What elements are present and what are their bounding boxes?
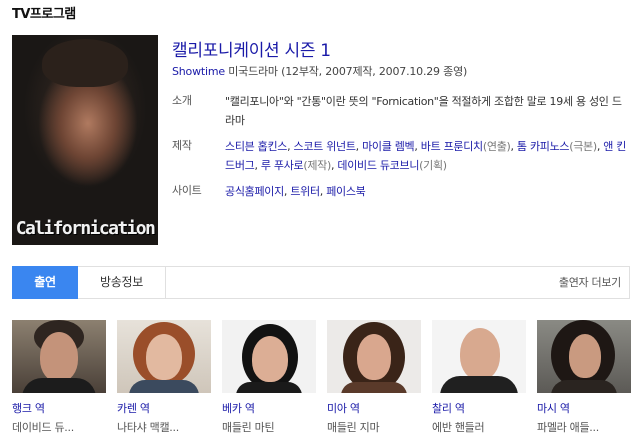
production-label: 제작 xyxy=(172,139,192,152)
tab-bar: 출연 방송정보 출연자 더보기 xyxy=(12,266,630,299)
info-table: 소개 "캘리포니아"와 "간통"이란 뜻의 "Fornication"을 적절하… xyxy=(172,92,630,208)
cast-photo[interactable] xyxy=(117,320,211,393)
cast-item[interactable]: 찰리 역 에반 핸들러 xyxy=(432,320,526,434)
cast-photo[interactable] xyxy=(432,320,526,393)
production-credit-role: (극본) xyxy=(569,140,597,153)
intro-text: "캘리포니아"와 "간통"이란 뜻의 "Fornication"을 적절하게 조… xyxy=(225,95,622,127)
production-credit-link[interactable]: 마이클 렘벡 xyxy=(362,140,415,153)
poster-logo-text: Californication xyxy=(15,218,156,239)
cast-photo[interactable] xyxy=(222,320,316,393)
cast-photo[interactable] xyxy=(12,320,106,393)
cast-role[interactable]: 찰리 역 xyxy=(432,400,465,416)
cast-item[interactable]: 베카 역 매들린 마틴 xyxy=(222,320,316,434)
info-row-intro: 소개 "캘리포니아"와 "간통"이란 뜻의 "Fornication"을 적절하… xyxy=(172,92,630,130)
cast-actor-name[interactable]: 매들린 지마 xyxy=(327,419,380,435)
production-credit-link[interactable]: 스코트 위넌트 xyxy=(294,140,356,153)
cast-role[interactable]: 미아 역 xyxy=(327,400,360,416)
production-credit-link[interactable]: 스티븐 홉킨스 xyxy=(225,140,287,153)
production-credit-link[interactable]: 톰 카피노스 xyxy=(517,140,570,153)
production-credit-role: (제작) xyxy=(303,159,331,172)
cast-item[interactable]: 행크 역 데이비드 듀... xyxy=(12,320,106,434)
intro-label: 소개 xyxy=(172,94,192,107)
cast-role[interactable]: 마시 역 xyxy=(537,400,570,416)
production-credit-link[interactable]: 루 푸사로 xyxy=(261,159,304,172)
site-list: 공식홈페이지, 트위터, 페이스북 xyxy=(225,182,630,201)
cast-photo[interactable] xyxy=(537,320,631,393)
cast-item[interactable]: 미아 역 매들린 지마 xyxy=(327,320,421,434)
cast-role[interactable]: 행크 역 xyxy=(12,400,45,416)
cast-photo[interactable] xyxy=(327,320,421,393)
show-meta-text: 미국드라마 (12부작, 2007제작, 2007.10.29 종영) xyxy=(224,65,468,78)
production-credit-role: (연출) xyxy=(482,140,511,153)
show-title[interactable]: 캘리포니케이션 시즌 1 xyxy=(172,36,331,61)
show-poster[interactable]: Californication xyxy=(12,35,158,245)
production-credit-link[interactable]: 데이비드 듀코브니 xyxy=(337,159,419,172)
cast-actor-name[interactable]: 매들린 마틴 xyxy=(222,419,275,435)
cast-actor-name[interactable]: 파멜라 애들... xyxy=(537,419,599,435)
production-credit-role: (기획) xyxy=(419,159,447,172)
cast-actor-name[interactable]: 데이비드 듀... xyxy=(12,419,74,435)
cast-actor-name[interactable]: 에반 핸들러 xyxy=(432,419,485,435)
production-list: 스티븐 홉킨스, 스코트 위넌트, 마이클 렘벡, 바트 프룬디치(연출), 톰… xyxy=(225,137,630,175)
info-row-production: 제작 스티븐 홉킨스, 스코트 위넌트, 마이클 렘벡, 바트 프룬디치(연출)… xyxy=(172,137,630,175)
production-credit-link[interactable]: 바트 프룬디치 xyxy=(421,140,483,153)
show-meta: Showtime 미국드라마 (12부작, 2007제작, 2007.10.29… xyxy=(172,63,467,79)
cast-role[interactable]: 베카 역 xyxy=(222,400,255,416)
info-row-site: 사이트 공식홈페이지, 트위터, 페이스북 xyxy=(172,182,630,201)
site-link[interactable]: 페이스북 xyxy=(326,185,366,198)
site-label: 사이트 xyxy=(172,184,202,197)
site-link[interactable]: 트위터 xyxy=(290,185,320,198)
cast-role[interactable]: 카렌 역 xyxy=(117,400,150,416)
site-link[interactable]: 공식홈페이지 xyxy=(225,185,284,198)
more-cast-link[interactable]: 출연자 더보기 xyxy=(559,267,621,298)
cast-item[interactable]: 마시 역 파멜라 애들... xyxy=(537,320,631,434)
tab-cast[interactable]: 출연 xyxy=(12,266,78,299)
cast-item[interactable]: 카렌 역 나타샤 맥캘... xyxy=(117,320,211,434)
section-title: TV프로그램 xyxy=(12,7,76,22)
cast-actor-name[interactable]: 나타샤 맥캘... xyxy=(117,419,179,435)
tab-broadcast-info[interactable]: 방송정보 xyxy=(78,266,166,299)
network-link[interactable]: Showtime xyxy=(172,65,225,78)
